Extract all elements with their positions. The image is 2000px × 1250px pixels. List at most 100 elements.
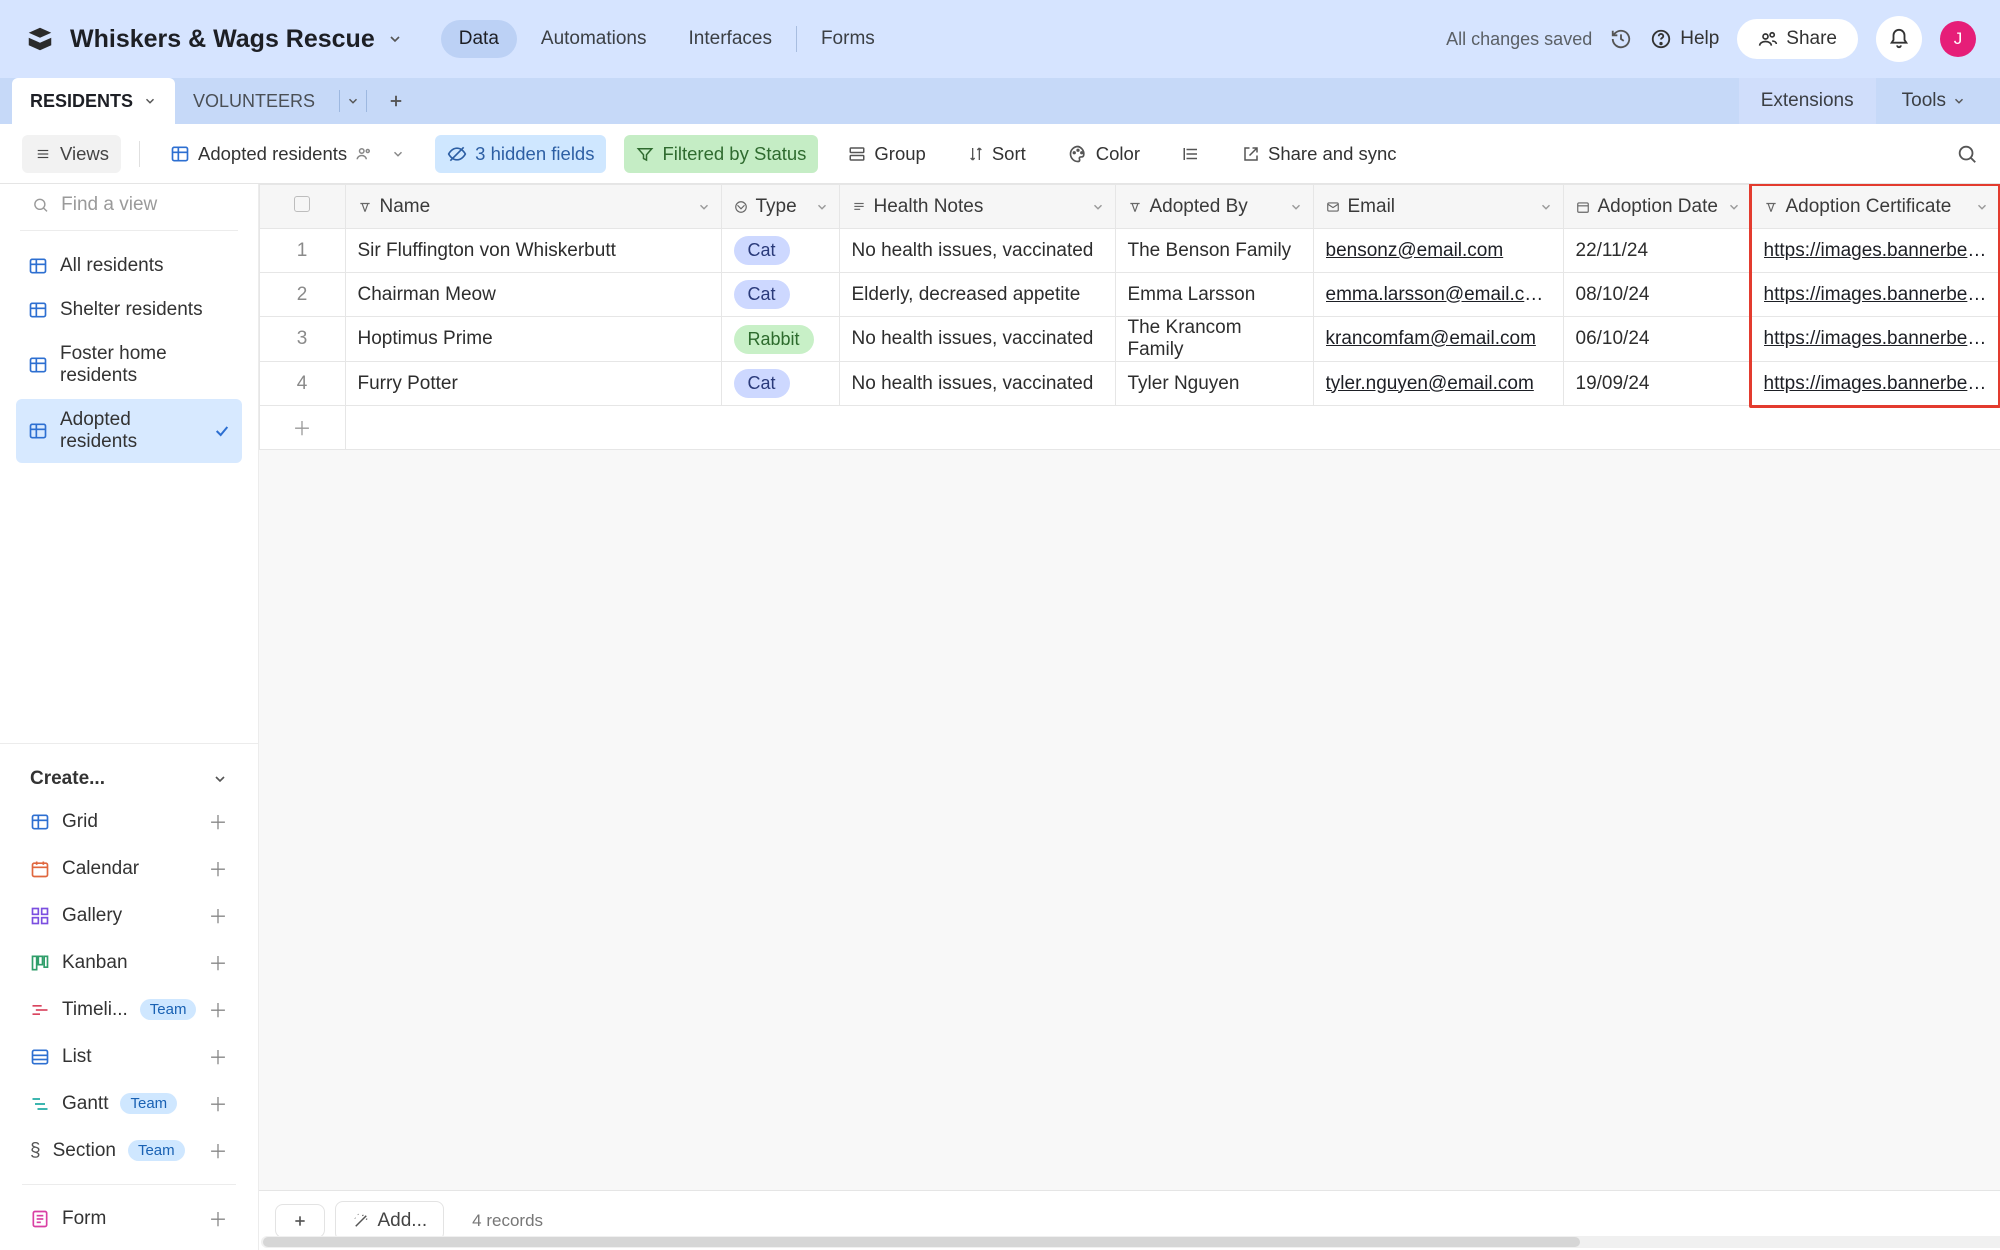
col-header-adoption-cert[interactable]: Adoption Certificate: [1751, 185, 1999, 229]
cell-health[interactable]: No health issues, vaccinated: [839, 317, 1115, 362]
share-sync-button[interactable]: Share and sync: [1230, 135, 1409, 173]
cell-cert[interactable]: https://images.bannerbea...: [1751, 229, 1999, 273]
cert-link[interactable]: https://images.bannerbea...: [1764, 373, 1987, 395]
tools-button[interactable]: Tools: [1880, 78, 1988, 124]
cell-date[interactable]: 19/09/24: [1563, 362, 1751, 406]
chevron-down-icon[interactable]: [1975, 200, 1989, 214]
cell-date[interactable]: 08/10/24: [1563, 273, 1751, 317]
cell-email[interactable]: bensonz@email.com: [1313, 229, 1563, 273]
cell-email[interactable]: emma.larsson@email.com: [1313, 273, 1563, 317]
tab-automations[interactable]: Automations: [523, 20, 665, 58]
create-header[interactable]: Create...: [22, 760, 236, 798]
cell-cert[interactable]: https://images.bannerbea...: [1751, 273, 1999, 317]
search-records-button[interactable]: [1956, 143, 1978, 165]
row-height-button[interactable]: [1170, 137, 1212, 171]
row-number[interactable]: 1: [259, 229, 345, 273]
tables-menu-chevron-icon[interactable]: [346, 94, 360, 108]
table-row[interactable]: 4Furry PotterCatNo health issues, vaccin…: [259, 362, 2000, 406]
chevron-down-icon[interactable]: [143, 94, 157, 108]
cell-name[interactable]: Hoptimus Prime: [345, 317, 721, 362]
row-number[interactable]: 4: [259, 362, 345, 406]
col-header-adopted-by[interactable]: Adopted By: [1115, 185, 1313, 229]
cert-link[interactable]: https://images.bannerbea...: [1764, 284, 1987, 306]
chevron-down-icon[interactable]: [1727, 200, 1741, 214]
add-row-plus[interactable]: ＋: [259, 406, 345, 450]
cell-cert[interactable]: https://images.bannerbea...: [1751, 362, 1999, 406]
chevron-down-icon[interactable]: [1289, 200, 1303, 214]
view-item-foster-home-residents[interactable]: Foster home residents: [16, 333, 242, 397]
filter-chip[interactable]: Filtered by Status: [624, 135, 818, 173]
cell-adopted-by[interactable]: The Benson Family: [1115, 229, 1313, 273]
cell-date[interactable]: 22/11/24: [1563, 229, 1751, 273]
cell-name[interactable]: Chairman Meow: [345, 273, 721, 317]
create-form[interactable]: Form ＋: [22, 1195, 236, 1242]
view-item-adopted-residents[interactable]: Adopted residents: [16, 399, 242, 463]
cell-adopted-by[interactable]: The Krancom Family: [1115, 317, 1313, 362]
cell-cert[interactable]: https://images.bannerbea...: [1751, 317, 1999, 362]
table-row[interactable]: 3Hoptimus PrimeRabbitNo health issues, v…: [259, 317, 2000, 362]
create-list[interactable]: List ＋: [22, 1033, 236, 1080]
extensions-button[interactable]: Extensions: [1739, 78, 1876, 124]
views-toggle[interactable]: Views: [22, 135, 121, 173]
tab-data[interactable]: Data: [441, 20, 517, 58]
cell-type[interactable]: Cat: [721, 229, 839, 273]
add-row[interactable]: ＋: [259, 406, 2000, 450]
row-number[interactable]: 3: [259, 317, 345, 362]
cell-health[interactable]: Elderly, decreased appetite: [839, 273, 1115, 317]
row-number[interactable]: 2: [259, 273, 345, 317]
hidden-fields-chip[interactable]: 3 hidden fields: [435, 135, 606, 173]
cell-email[interactable]: tyler.nguyen@email.com: [1313, 362, 1563, 406]
cell-type[interactable]: Cat: [721, 362, 839, 406]
base-name[interactable]: Whiskers & Wags Rescue: [70, 25, 403, 54]
find-view-search[interactable]: [0, 184, 258, 226]
cell-name[interactable]: Sir Fluffington von Whiskerbutt: [345, 229, 721, 273]
email-link[interactable]: bensonz@email.com: [1326, 240, 1551, 262]
notifications-button[interactable]: [1876, 16, 1922, 62]
email-link[interactable]: emma.larsson@email.com: [1326, 284, 1551, 306]
email-link[interactable]: krancomfam@email.com: [1326, 328, 1551, 350]
col-header-type[interactable]: Type: [721, 185, 839, 229]
table-tab-residents[interactable]: RESIDENTS: [12, 78, 175, 124]
create-grid[interactable]: Grid ＋: [22, 798, 236, 845]
chevron-down-icon[interactable]: [815, 200, 829, 214]
add-menu-button[interactable]: Add...: [335, 1201, 445, 1241]
col-header-adoption-date[interactable]: Adoption Date: [1563, 185, 1751, 229]
add-table-button[interactable]: [373, 92, 419, 110]
view-item-shelter-residents[interactable]: Shelter residents: [16, 289, 242, 331]
find-view-input[interactable]: [61, 194, 235, 216]
create-section[interactable]: § Section Team ＋: [22, 1127, 236, 1174]
view-item-all-residents[interactable]: All residents: [16, 245, 242, 287]
current-view-chip[interactable]: Adopted residents: [158, 135, 417, 173]
cell-name[interactable]: Furry Potter: [345, 362, 721, 406]
tab-interfaces[interactable]: Interfaces: [671, 20, 790, 58]
col-header-health[interactable]: Health Notes: [839, 185, 1115, 229]
cell-email[interactable]: krancomfam@email.com: [1313, 317, 1563, 362]
history-icon[interactable]: [1610, 28, 1632, 50]
select-all-header[interactable]: [259, 185, 345, 229]
table-row[interactable]: 1Sir Fluffington von WhiskerbuttCatNo he…: [259, 229, 2000, 273]
cell-type[interactable]: Cat: [721, 273, 839, 317]
cell-health[interactable]: No health issues, vaccinated: [839, 229, 1115, 273]
cert-link[interactable]: https://images.bannerbea...: [1764, 240, 1987, 262]
add-record-button[interactable]: [275, 1204, 325, 1238]
table-row[interactable]: 2Chairman MeowCatElderly, decreased appe…: [259, 273, 2000, 317]
tab-forms[interactable]: Forms: [803, 20, 893, 58]
sort-button[interactable]: Sort: [956, 135, 1038, 173]
col-header-name[interactable]: Name: [345, 185, 721, 229]
cell-date[interactable]: 06/10/24: [1563, 317, 1751, 362]
chevron-down-icon[interactable]: [697, 200, 711, 214]
chevron-down-icon[interactable]: [391, 147, 405, 161]
col-header-email[interactable]: Email: [1313, 185, 1563, 229]
create-gallery[interactable]: Gallery ＋: [22, 892, 236, 939]
create-calendar[interactable]: Calendar ＋: [22, 845, 236, 892]
checkbox-icon[interactable]: [294, 196, 310, 212]
horizontal-scrollbar[interactable]: [261, 1236, 2000, 1248]
cell-health[interactable]: No health issues, vaccinated: [839, 362, 1115, 406]
chevron-down-icon[interactable]: [1539, 200, 1553, 214]
create-gantt[interactable]: Gantt Team ＋: [22, 1080, 236, 1127]
table-tab-volunteers[interactable]: VOLUNTEERS: [175, 78, 333, 124]
cert-link[interactable]: https://images.bannerbea...: [1764, 328, 1987, 350]
scrollbar-thumb[interactable]: [263, 1237, 1580, 1247]
avatar[interactable]: J: [1940, 21, 1976, 57]
cell-adopted-by[interactable]: Emma Larsson: [1115, 273, 1313, 317]
